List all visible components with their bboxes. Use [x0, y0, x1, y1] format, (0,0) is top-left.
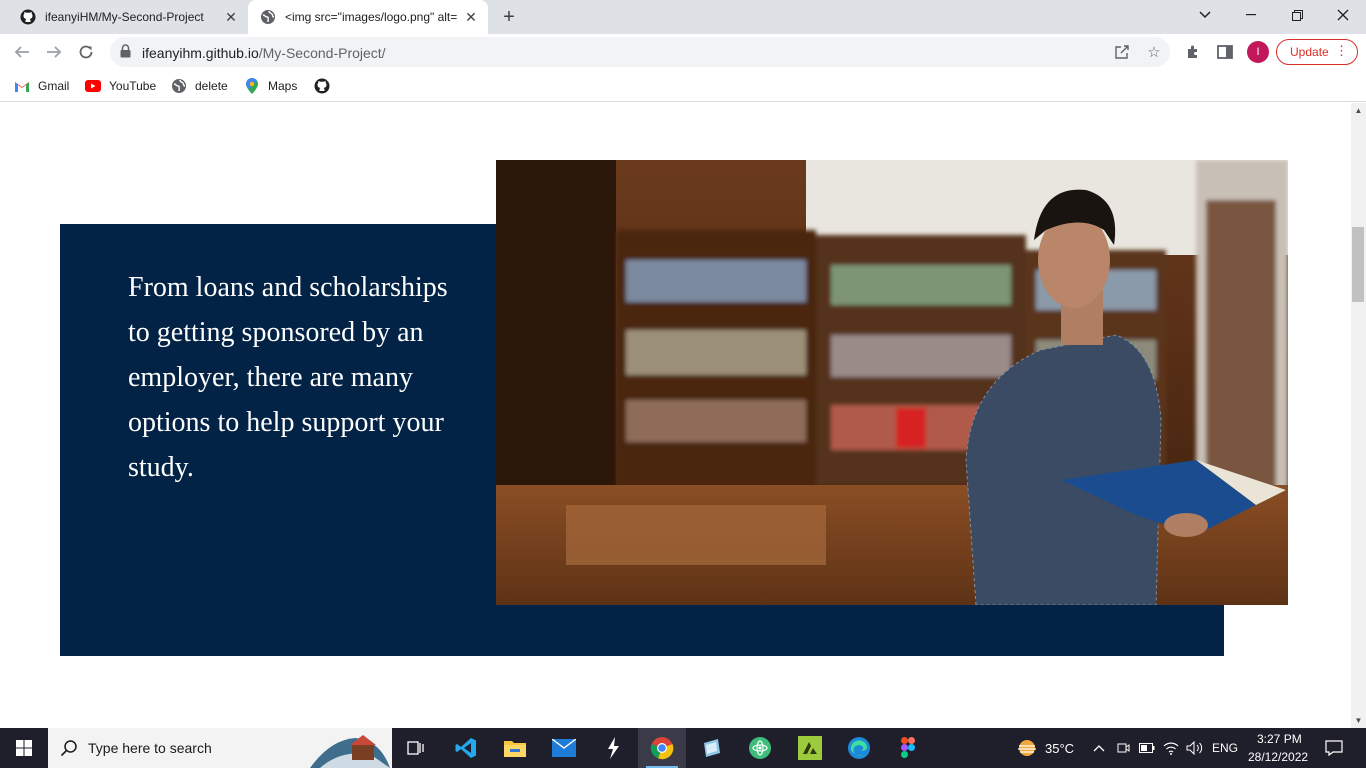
gmail-icon: [14, 78, 30, 94]
bookmark-label: YouTube: [109, 79, 157, 93]
weather-temperature[interactable]: 35°C: [1045, 741, 1074, 756]
bookmark-github[interactable]: [314, 76, 338, 96]
bookmark-youtube[interactable]: YouTube: [85, 76, 156, 96]
lock-icon[interactable]: [120, 44, 131, 63]
minimize-icon[interactable]: [1228, 0, 1274, 30]
update-label: Update: [1290, 45, 1329, 59]
address-bar[interactable]: ifeanyihm.github.io/My-Second-Project/ ☆: [110, 37, 1170, 67]
tab-current-page[interactable]: <img src="images/logo.png" alt= ✕: [248, 0, 488, 34]
clock-date[interactable]: 28/12/2022: [1248, 750, 1308, 764]
page-viewport: From loans and scholarships to getting s…: [0, 103, 1351, 728]
search-placeholder: Type here to search: [88, 740, 212, 756]
restore-icon[interactable]: [1274, 0, 1320, 30]
bookmark-label: Maps: [268, 79, 298, 93]
bookmark-gmail[interactable]: Gmail: [14, 76, 69, 96]
extensions-icon[interactable]: [1182, 41, 1204, 63]
scroll-up-icon[interactable]: ▲: [1351, 103, 1366, 117]
bookmark-label: delete: [195, 79, 228, 93]
github-icon: [314, 78, 330, 94]
close-window-icon[interactable]: [1320, 0, 1366, 30]
battery-icon[interactable]: [1138, 739, 1156, 757]
wifi-icon[interactable]: [1162, 739, 1180, 757]
chrome-icon[interactable]: [638, 728, 686, 768]
edge-icon[interactable]: [835, 728, 883, 768]
task-view-icon[interactable]: [392, 728, 440, 768]
scroll-down-icon[interactable]: ▼: [1351, 713, 1366, 727]
windows-start-icon[interactable]: [0, 728, 48, 768]
atom-app-icon[interactable]: [736, 728, 784, 768]
hero-text: From loans and scholarships to getting s…: [128, 272, 448, 483]
back-arrow-icon[interactable]: [8, 38, 36, 66]
notes-app-icon[interactable]: [687, 728, 735, 768]
reload-icon[interactable]: [72, 38, 100, 66]
git-app-icon[interactable]: [589, 728, 637, 768]
input-language[interactable]: ENG: [1212, 741, 1238, 755]
volume-icon[interactable]: [1186, 739, 1204, 757]
bookmark-label: Gmail: [38, 79, 70, 93]
tab-strip: ifeanyiHM/My-Second-Project ✕ <img src="…: [0, 0, 1366, 34]
share-icon[interactable]: [1113, 43, 1131, 61]
url-host: ifeanyihm.github.io: [142, 45, 259, 61]
close-tab-icon[interactable]: ✕: [220, 6, 242, 28]
more-menu-icon[interactable]: ⋮: [1335, 44, 1348, 58]
page-scrollbar[interactable]: [1351, 103, 1366, 728]
close-tab-icon[interactable]: ✕: [460, 6, 482, 28]
library-student-image: [496, 160, 1288, 605]
bookmark-delete[interactable]: delete: [171, 76, 228, 96]
bookmarks-bar: Gmail YouTube delete Maps: [0, 70, 1366, 102]
xampp-icon[interactable]: [786, 728, 834, 768]
search-icon: [60, 739, 78, 762]
forward-arrow-icon[interactable]: [40, 38, 68, 66]
windows-taskbar: Type here to search 35°C ENG 3:27 PM 28/…: [0, 728, 1366, 768]
vscode-icon[interactable]: [442, 728, 490, 768]
weather-icon[interactable]: [1014, 739, 1040, 757]
taskbar-search-box[interactable]: Type here to search: [48, 728, 392, 768]
url-path: /My-Second-Project/: [258, 45, 386, 61]
figma-icon[interactable]: [884, 728, 932, 768]
tab-search-icon[interactable]: [1182, 0, 1228, 30]
bookmark-star-icon[interactable]: ☆: [1145, 43, 1163, 61]
new-tab-button[interactable]: +: [497, 6, 521, 28]
show-hidden-icons-chevron-icon[interactable]: [1090, 739, 1108, 757]
browser-toolbar: ifeanyihm.github.io/My-Second-Project/ ☆…: [0, 34, 1366, 70]
scrollbar-thumb[interactable]: [1352, 227, 1364, 302]
url-text[interactable]: ifeanyihm.github.io/My-Second-Project/: [142, 45, 386, 61]
globe-icon: [260, 9, 276, 25]
side-panel-icon[interactable]: [1214, 41, 1236, 63]
update-button[interactable]: Update ⋮: [1276, 39, 1358, 65]
mail-icon[interactable]: [540, 728, 588, 768]
file-explorer-icon[interactable]: [491, 728, 539, 768]
tab-github-repo[interactable]: ifeanyiHM/My-Second-Project ✕: [8, 0, 248, 34]
tab-title: ifeanyiHM/My-Second-Project: [45, 10, 204, 24]
maps-icon: [244, 78, 260, 94]
profile-avatar[interactable]: I: [1247, 41, 1269, 63]
github-icon: [20, 9, 36, 25]
clock-time[interactable]: 3:27 PM: [1257, 732, 1302, 746]
globe-icon: [171, 78, 187, 94]
bookmark-maps[interactable]: Maps: [244, 76, 297, 96]
search-highlight-icon: [310, 730, 390, 773]
notifications-icon[interactable]: [1324, 739, 1344, 757]
youtube-icon: [85, 78, 101, 94]
tab-title: <img src="images/logo.png" alt=: [285, 10, 458, 24]
meet-now-icon[interactable]: [1114, 739, 1132, 757]
